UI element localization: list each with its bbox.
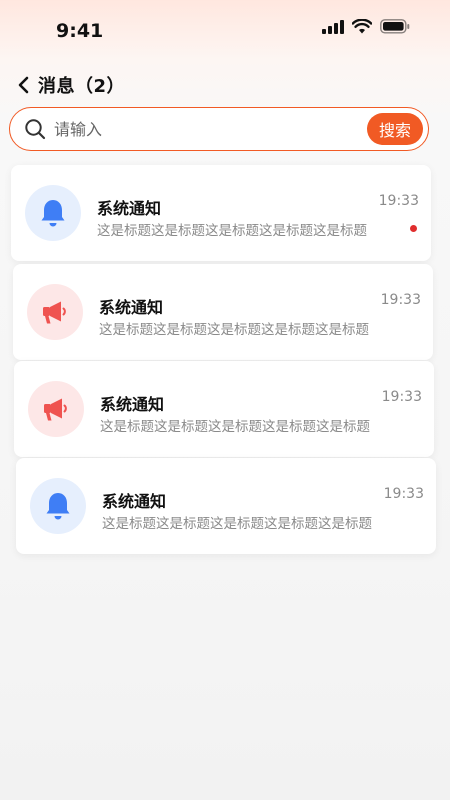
status-icons <box>322 19 410 34</box>
message-time: 19:33 <box>381 389 422 405</box>
chevron-left-icon[interactable] <box>14 74 32 96</box>
message-preview: 这是标题这是标题这是标题这是标题这是标题 <box>100 419 370 435</box>
signal-icon <box>322 19 344 34</box>
search-icon <box>24 118 46 140</box>
message-title: 系统通知 <box>99 298 164 317</box>
header: 消息（2） <box>14 70 125 100</box>
wifi-icon <box>352 19 372 34</box>
message-time: 19:33 <box>378 193 419 209</box>
megaphone-icon <box>44 398 67 421</box>
battery-icon <box>380 19 410 34</box>
search-bar: 搜索 <box>9 107 429 151</box>
message-time: 19:33 <box>383 486 424 502</box>
bell-icon <box>41 200 65 227</box>
status-time: 9:41 <box>56 20 104 42</box>
message-card[interactable]: 系统通知 这是标题这是标题这是标题这是标题这是标题 19:33 <box>16 458 436 554</box>
megaphone-icon <box>43 301 66 324</box>
unread-dot <box>410 225 417 232</box>
message-card[interactable]: 系统通知 这是标题这是标题这是标题这是标题这是标题 19:33 <box>14 361 434 457</box>
message-preview: 这是标题这是标题这是标题这是标题这是标题 <box>102 516 372 532</box>
search-input[interactable] <box>52 118 367 140</box>
bell-icon <box>46 493 70 520</box>
page-title: 消息（2） <box>38 76 126 97</box>
message-preview: 这是标题这是标题这是标题这是标题这是标题 <box>99 322 369 338</box>
status-bar: 9:41 <box>0 0 450 60</box>
avatar <box>28 381 84 437</box>
avatar <box>27 284 83 340</box>
message-time: 19:33 <box>380 292 421 308</box>
message-preview: 这是标题这是标题这是标题这是标题这是标题 <box>97 223 367 239</box>
message-card[interactable]: 系统通知 这是标题这是标题这是标题这是标题这是标题 19:33 <box>13 264 433 360</box>
message-title: 系统通知 <box>102 492 167 511</box>
search-button[interactable]: 搜索 <box>366 113 423 145</box>
avatar <box>25 185 81 241</box>
message-title: 系统通知 <box>97 199 162 218</box>
message-card[interactable]: 系统通知 这是标题这是标题这是标题这是标题这是标题 19:33 <box>11 165 431 261</box>
message-title: 系统通知 <box>100 395 165 414</box>
avatar <box>30 478 86 534</box>
